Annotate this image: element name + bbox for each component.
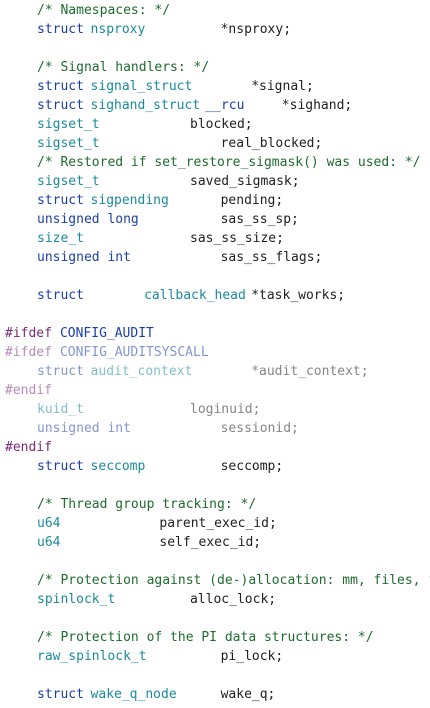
code-token-text: blocked; — [190, 117, 253, 132]
code-token-comment: /* Namespaces: */ — [37, 3, 171, 18]
code-token-type: u64 — [37, 535, 61, 550]
code-token-kw: unsigned int — [37, 250, 131, 265]
code-token-type: sigset_t — [37, 174, 100, 189]
code-token-type: u64 — [37, 516, 61, 531]
code-token-text: *signal; — [251, 79, 314, 94]
code-token-kw: __rcu — [205, 98, 245, 113]
code-token-pp: #ifdef — [5, 345, 52, 360]
code-token-text: pending; — [220, 193, 284, 208]
code-token-text: sas_ss_sp; — [220, 212, 299, 227]
code-token-type: sigpending — [90, 193, 169, 208]
code-token-text: sas_ss_size; — [190, 231, 284, 246]
code-token-text: *sighand; — [281, 98, 353, 113]
code-token-comment: /* Restored if set_restore_sigmask() was… — [37, 155, 421, 170]
code-token-text: *task_works; — [251, 288, 346, 303]
code-token-kw: struct — [37, 288, 84, 303]
code-token-type: raw_spinlock_t — [37, 649, 147, 664]
code-token-text: pi_lock; — [220, 649, 284, 664]
code-token-comment: /* Protection of the PI data structures:… — [37, 630, 374, 645]
code-token-kw: struct — [37, 22, 84, 37]
code-token-type: callback_head — [144, 288, 246, 303]
code-token-kw: struct — [37, 193, 84, 208]
code-token-text: self_exec_id; — [159, 535, 262, 550]
code-token-kw: struct — [37, 98, 84, 113]
code-token-type: audit_context — [90, 364, 193, 379]
code-token-text: *audit_context; — [251, 364, 369, 379]
code-token-text: *nsproxy; — [220, 22, 292, 37]
code-token-text: real_blocked; — [220, 136, 323, 151]
code-token-type: size_t — [37, 231, 84, 246]
code-token-type: seccomp — [90, 459, 146, 474]
code-token-type: nsproxy — [90, 22, 146, 37]
code-token-kw: struct — [37, 687, 84, 702]
code-token-kw: unsigned int — [37, 421, 131, 436]
code-token-text: loginuid; — [190, 402, 261, 417]
code-token-text: parent_exec_id; — [159, 516, 277, 531]
code-token-text: sessionid; — [220, 421, 299, 436]
code-token-comment: /* Thread group tracking: */ — [37, 497, 257, 512]
code-token-type: kuid_t — [37, 402, 84, 417]
code-token-pp: #endif — [5, 440, 52, 455]
code-token-text: saved_sigmask; — [190, 174, 300, 189]
code-token-comment: /* Protection against (de-)allocation: m… — [37, 573, 430, 588]
code-token-type: sighand_struct — [90, 98, 201, 113]
code-token-type: signal_struct — [90, 79, 193, 94]
code-token-pp: #ifdef — [5, 326, 52, 341]
code-token-kw: unsigned long — [37, 212, 139, 227]
code-token-type: wake_q_node — [90, 687, 177, 702]
code-token-type: spinlock_t — [37, 592, 116, 607]
code-token-pp: #endif — [5, 383, 52, 398]
code-token-type: sigset_t — [37, 117, 100, 132]
code-token-kw: struct — [37, 364, 84, 379]
code-token-kw: struct — [37, 459, 84, 474]
code-token-type: sigset_t — [37, 136, 100, 151]
code-token-text: seccomp; — [220, 459, 284, 474]
code-token-ppname: CONFIG_AUDIT — [59, 326, 154, 341]
code-token-ppname: CONFIG_AUDITSYSCALL — [59, 345, 209, 360]
code-token-kw: struct — [37, 79, 84, 94]
code-token-comment: /* Signal handlers: */ — [37, 60, 210, 75]
code-editor[interactable]: /* Namespaces: */ struct nsproxy *nsproxy; /… — [0, 0, 430, 708]
code-token-text: alloc_lock; — [190, 592, 277, 607]
code-token-text: sas_ss_flags; — [220, 250, 323, 265]
code-token-text: wake_q; — [220, 687, 276, 702]
